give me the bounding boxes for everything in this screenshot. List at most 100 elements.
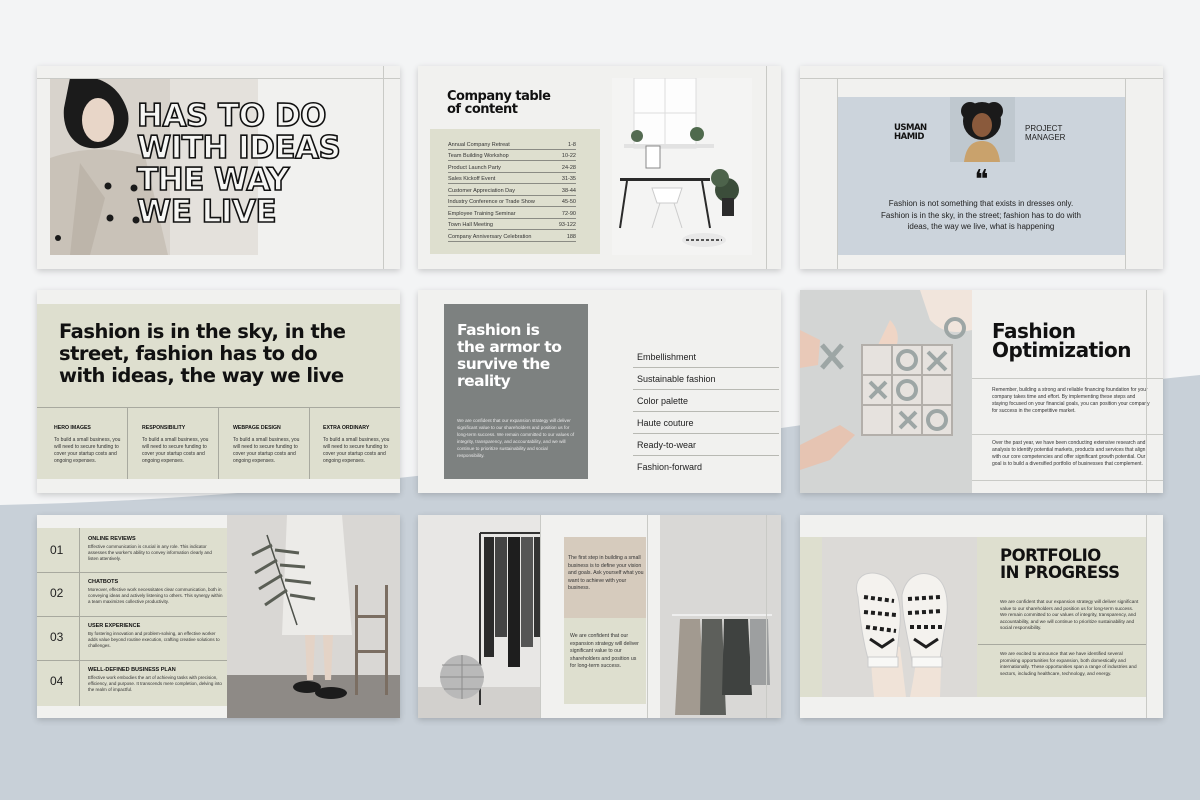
- paragraph: We are confident that our expansion stra…: [570, 633, 639, 669]
- toc-title-line: of content: [447, 102, 518, 117]
- item-number: 04: [50, 674, 64, 688]
- toc-pages: 24-28: [561, 164, 576, 171]
- item-title: ONLINE REVIEWS: [88, 536, 136, 542]
- menu-item[interactable]: Sustainable fashion: [633, 368, 779, 390]
- title-line: reality: [457, 372, 511, 390]
- headline-line: WITH IDEAS: [136, 130, 341, 166]
- item-title: WELL-DEFINED BUSINESS PLAN: [88, 667, 176, 673]
- toc-row[interactable]: Town Hall Meeting 93-122: [448, 219, 576, 230]
- slide-table-of-content[interactable]: Company table of content Annual Company …: [418, 66, 781, 269]
- toc-label: Annual Company Retreat: [448, 141, 510, 148]
- column-title: RESPONSIBILITY: [142, 425, 186, 431]
- feature-column: RESPONSIBILITY To build a small business…: [142, 425, 212, 465]
- toc-label: Product Launch Party: [448, 164, 501, 171]
- person-name: USMAN HAMID: [894, 124, 927, 142]
- divider: [1146, 515, 1147, 718]
- divider: [800, 78, 1163, 79]
- divider: [79, 528, 80, 706]
- item-body: By fostering innovation and problem-solv…: [88, 631, 220, 648]
- toc-pages: 45-50: [561, 199, 576, 205]
- column-body: To build a small business, you will need…: [233, 437, 300, 464]
- toc-title: Company table of content: [447, 90, 551, 117]
- divider: [309, 407, 310, 479]
- headline-line: Fashion is in the sky, in the: [59, 320, 346, 343]
- item-body: Moreover, effective work necessitates cl…: [88, 587, 223, 604]
- title-line: survive the: [457, 355, 550, 373]
- toc-label: Sales Kickoff Event: [448, 176, 496, 182]
- toc-row[interactable]: Company Anniversary Celebration 188: [448, 230, 576, 242]
- fern-dress-photo: [227, 515, 400, 718]
- toc-list: Annual Company Retreat 1-8 Team Building …: [448, 138, 576, 242]
- item-body: Effective communication is crucial in an…: [88, 544, 212, 561]
- hanging-garments-photo: [660, 515, 781, 718]
- quote-text: Fashion is not something that exists in …: [837, 198, 1125, 233]
- divider: [972, 434, 1163, 435]
- column-body: To build a small business, you will need…: [142, 437, 209, 464]
- toc-row[interactable]: Employee Training Seminar 72-90: [448, 207, 576, 219]
- slide-portfolio-in-progress[interactable]: PORTFOLIO IN PROGRESS We are confident t…: [800, 515, 1163, 718]
- menu-item[interactable]: Fashion-forward: [633, 456, 779, 478]
- category-menu: Embellishment Sustainable fashion Color …: [633, 346, 779, 478]
- list-item: CHATBOTS Moreover, effective work necess…: [88, 579, 223, 605]
- menu-item[interactable]: Haute couture: [633, 412, 779, 434]
- toc-label: Customer Appreciation Day: [448, 187, 515, 194]
- toc-row[interactable]: Annual Company Retreat 1-8: [448, 138, 576, 150]
- divider: [37, 572, 227, 573]
- column-title: HERO IMAGES: [54, 425, 91, 431]
- person-portrait-photo: [950, 97, 1015, 162]
- toc-pages: 93-122: [558, 222, 576, 228]
- toc-row[interactable]: Customer Appreciation Day 38-44: [448, 184, 576, 196]
- list-item: ONLINE REVIEWS Effective communication i…: [88, 536, 223, 562]
- person-role: PROJECT MANAGER: [1025, 124, 1065, 142]
- name-line: HAMID: [894, 132, 924, 142]
- divider: [127, 407, 128, 479]
- menu-item[interactable]: Ready-to-wear: [633, 434, 779, 456]
- toc-label: Town Hall Meeting: [448, 222, 493, 228]
- role-line: MANAGER: [1025, 133, 1066, 142]
- column-title: EXTRA ORDINARY: [323, 425, 370, 431]
- divider: [218, 407, 219, 479]
- knitted-mittens-photo: [822, 537, 977, 697]
- menu-item[interactable]: Embellishment: [633, 346, 779, 368]
- paragraph: We are excited to announce that we have …: [1000, 651, 1137, 676]
- toc-row[interactable]: Product Launch Party 24-28: [448, 161, 576, 173]
- item-number: 01: [50, 543, 64, 557]
- divider: [37, 616, 227, 617]
- item-title: USER EXPERIENCE: [88, 623, 141, 629]
- slide-title: PORTFOLIO IN PROGRESS: [1000, 547, 1120, 581]
- toc-row[interactable]: Sales Kickoff Event 31-35: [448, 173, 576, 184]
- toc-row[interactable]: Team Building Workshop 10-22: [448, 150, 576, 161]
- paragraph: We are confident that our expansion stra…: [1000, 599, 1139, 630]
- feature-column: WEBPAGE DESIGN To build a small business…: [233, 425, 303, 465]
- toc-label: Company Anniversary Celebration: [448, 233, 532, 240]
- divider: [37, 78, 400, 79]
- item-title: CHATBOTS: [88, 579, 119, 585]
- paragraph: Over the past year, we have been conduct…: [992, 440, 1146, 467]
- slide-numbered-list[interactable]: 01 ONLINE REVIEWS Effective communicatio…: [37, 515, 400, 718]
- headline-line: HAS TO DO: [136, 98, 327, 134]
- title-line: IN PROGRESS: [1000, 563, 1120, 582]
- toc-pages: 10-22: [561, 153, 576, 159]
- outline-headline: HAS TO DO WITH IDEAS THE WAY WE LIVE: [136, 98, 397, 230]
- clothing-rack-photo: [418, 515, 540, 718]
- panel-body: We are confident that our expansion stra…: [457, 418, 575, 458]
- slide-clothing-rack[interactable]: The first step in building a small busin…: [418, 515, 781, 718]
- column-body: To build a small business, you will need…: [323, 437, 390, 464]
- slide-quote-outline[interactable]: HAS TO DO WITH IDEAS THE WAY WE LIVE: [37, 66, 400, 269]
- list-item: USER EXPERIENCE By fostering innovation …: [88, 623, 223, 649]
- slide-profile-quote[interactable]: USMAN HAMID PROJECT MANAGER ❝ Fashion is…: [800, 66, 1163, 269]
- menu-item[interactable]: Color palette: [633, 390, 779, 412]
- paragraph: Remember, building a strong and reliable…: [992, 387, 1150, 414]
- item-number: 03: [50, 630, 64, 644]
- headline-line: WE LIVE: [136, 194, 277, 230]
- slide-fashion-optimization[interactable]: Fashion Optimization Remember, building …: [800, 290, 1163, 493]
- quote-mark-icon: ❝: [974, 164, 989, 194]
- desk-room-photo: [612, 78, 752, 255]
- toc-label: Industry Conference or Trade Show: [448, 199, 535, 205]
- divider: [647, 515, 648, 718]
- toc-pages: 188: [566, 233, 576, 240]
- toc-row[interactable]: Industry Conference or Trade Show 45-50: [448, 196, 576, 207]
- slide-armor-menu[interactable]: Fashion is the armor to survive the real…: [418, 290, 781, 493]
- slide-fashion-columns[interactable]: Fashion is in the sky, in the street, fa…: [37, 290, 400, 493]
- toc-pages: 72-90: [561, 210, 576, 217]
